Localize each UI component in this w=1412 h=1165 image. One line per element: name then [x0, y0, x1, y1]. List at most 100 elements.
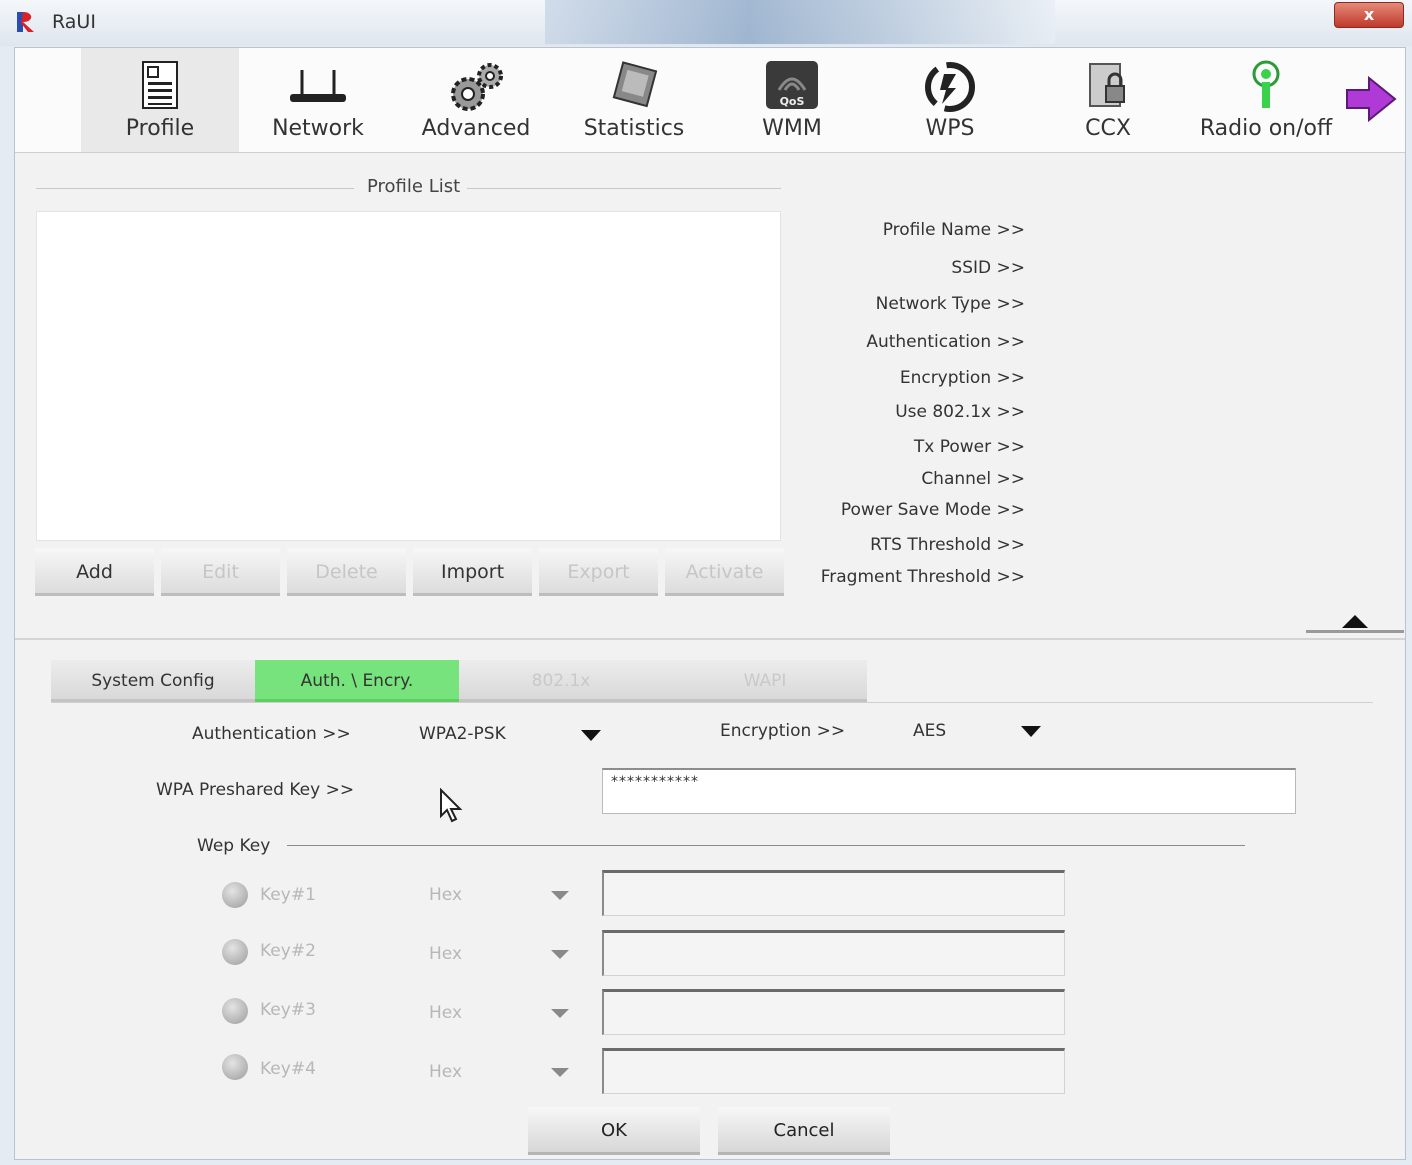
channel-label: Channel >>	[921, 469, 1025, 489]
tab-auth-encry[interactable]: Auth. \ Encry.	[255, 660, 459, 702]
key2-radio[interactable]	[222, 939, 248, 965]
toolbar-label: Statistics	[583, 116, 685, 141]
chevron-down-icon	[1021, 726, 1041, 737]
key1-label: Key#1	[260, 885, 316, 905]
toolbar-item-profile[interactable]: Profile	[81, 48, 239, 152]
activate-button[interactable]: Activate	[665, 548, 784, 596]
key3-input[interactable]	[602, 989, 1065, 1035]
toolbar-item-ccx[interactable]: CCX	[1029, 48, 1187, 152]
key3-label: Key#3	[260, 1000, 316, 1020]
key4-radio[interactable]	[222, 1054, 248, 1080]
export-button[interactable]: Export	[539, 548, 658, 596]
power-save-mode-label: Power Save Mode >>	[840, 500, 1025, 520]
title-bar: RaUI x	[0, 0, 1412, 46]
use-8021x-label: Use 802.1x >>	[895, 402, 1025, 422]
toolbar-label: Network	[272, 116, 364, 141]
authentication-select[interactable]: WPA2-PSK	[411, 714, 611, 754]
gears-icon	[451, 63, 503, 111]
add-button[interactable]: Add	[35, 548, 154, 596]
encryption-select[interactable]: AES	[905, 712, 1055, 752]
rts-threshold-label: RTS Threshold >>	[870, 535, 1025, 555]
import-button[interactable]: Import	[413, 548, 532, 596]
tab-underline	[51, 702, 1373, 703]
key4-format-value: Hex	[429, 1062, 463, 1082]
ssid-label: SSID >>	[951, 258, 1025, 278]
edit-button[interactable]: Edit	[161, 548, 280, 596]
toolbar-item-advanced[interactable]: Advanced	[397, 48, 555, 152]
section-divider	[15, 638, 1405, 640]
toolbar-label: Radio on/off	[1199, 116, 1333, 141]
psk-label: WPA Preshared Key >>	[156, 780, 355, 800]
qos-icon: QoS	[766, 61, 818, 109]
window-title: RaUI	[52, 11, 96, 33]
delete-button[interactable]: Delete	[287, 548, 406, 596]
encryption-label: Encryption >>	[720, 721, 846, 741]
toolbar-label: WMM	[762, 116, 822, 141]
key1-input[interactable]	[602, 870, 1065, 916]
lock-card-icon	[1089, 63, 1125, 107]
encryption-value: AES	[913, 721, 947, 741]
key2-input[interactable]	[602, 930, 1065, 976]
right-arrow-icon[interactable]	[1345, 76, 1397, 122]
key1-format-select[interactable]: Hex	[425, 876, 575, 916]
key1-radio[interactable]	[222, 882, 248, 908]
key2-label: Key#2	[260, 941, 316, 961]
chevron-down-icon	[581, 730, 601, 741]
tab-system-config[interactable]: System Config	[51, 660, 255, 702]
router-icon	[290, 70, 346, 102]
divider-line	[467, 188, 781, 189]
chevron-down-icon	[551, 891, 569, 900]
profile-list[interactable]	[36, 211, 781, 541]
toolbar-item-network[interactable]: Network	[239, 48, 397, 152]
radio-antenna-icon	[1252, 60, 1280, 108]
collapse-button[interactable]	[1306, 611, 1404, 633]
ok-button[interactable]: OK	[528, 1107, 700, 1155]
network-type-label: Network Type >>	[875, 294, 1025, 314]
key2-format-value: Hex	[429, 944, 463, 964]
toolbar-label: Advanced	[421, 116, 531, 141]
key4-input[interactable]	[602, 1048, 1065, 1094]
chevron-down-icon	[551, 1009, 569, 1018]
key4-format-select[interactable]: Hex	[425, 1053, 575, 1093]
close-icon: x	[1363, 5, 1375, 24]
toolbar-item-statistics[interactable]: Statistics	[555, 48, 713, 152]
divider-line	[287, 845, 1245, 846]
wps-icon	[925, 62, 975, 112]
toolbar-label: WPS	[925, 116, 975, 141]
toolbar-item-wps[interactable]: WPS	[871, 48, 1029, 152]
fragment-threshold-label: Fragment Threshold >>	[820, 567, 1025, 587]
up-triangle-icon	[1342, 615, 1368, 628]
chevron-down-icon	[551, 950, 569, 959]
toolbar-item-radio[interactable]: Radio on/off	[1187, 48, 1345, 152]
wep-key-title: Wep Key	[197, 836, 271, 856]
psk-input[interactable]: ***********	[602, 768, 1296, 814]
toolbar-label: CCX	[1085, 116, 1131, 141]
toolbar-item-wmm[interactable]: QoS WMM	[713, 48, 871, 152]
chevron-down-icon	[551, 1068, 569, 1077]
encryption-info-label: Encryption >>	[899, 368, 1025, 388]
cancel-button[interactable]: Cancel	[718, 1107, 890, 1155]
main-panel: Profile Network Advanced Statistics QoS …	[14, 47, 1406, 1160]
divider-line	[36, 188, 354, 189]
svg-text:QoS: QoS	[780, 95, 805, 108]
toolbar-label: Profile	[125, 116, 195, 141]
key2-format-select[interactable]: Hex	[425, 935, 575, 975]
title-bar-background	[545, 0, 1055, 44]
close-button[interactable]: x	[1334, 2, 1404, 28]
profile-list-title: Profile List	[361, 176, 467, 197]
authentication-info-label: Authentication >>	[866, 332, 1025, 352]
key3-radio[interactable]	[222, 998, 248, 1024]
authentication-value: WPA2-PSK	[419, 724, 506, 744]
key4-label: Key#4	[260, 1059, 316, 1079]
tab-8021x[interactable]: 802.1x	[459, 660, 663, 702]
tab-wapi[interactable]: WAPI	[663, 660, 867, 702]
profile-icon	[142, 61, 178, 109]
mouse-cursor-icon	[440, 788, 463, 823]
app-window: RaUI x Profile Network Advanced Statisti…	[0, 0, 1412, 1165]
key3-format-select[interactable]: Hex	[425, 994, 575, 1034]
ralink-logo-icon	[17, 12, 34, 32]
chip-icon	[612, 61, 658, 108]
toolbar: Profile Network Advanced Statistics QoS …	[15, 48, 1405, 153]
authentication-label: Authentication >>	[192, 724, 351, 744]
key3-format-value: Hex	[429, 1003, 463, 1023]
